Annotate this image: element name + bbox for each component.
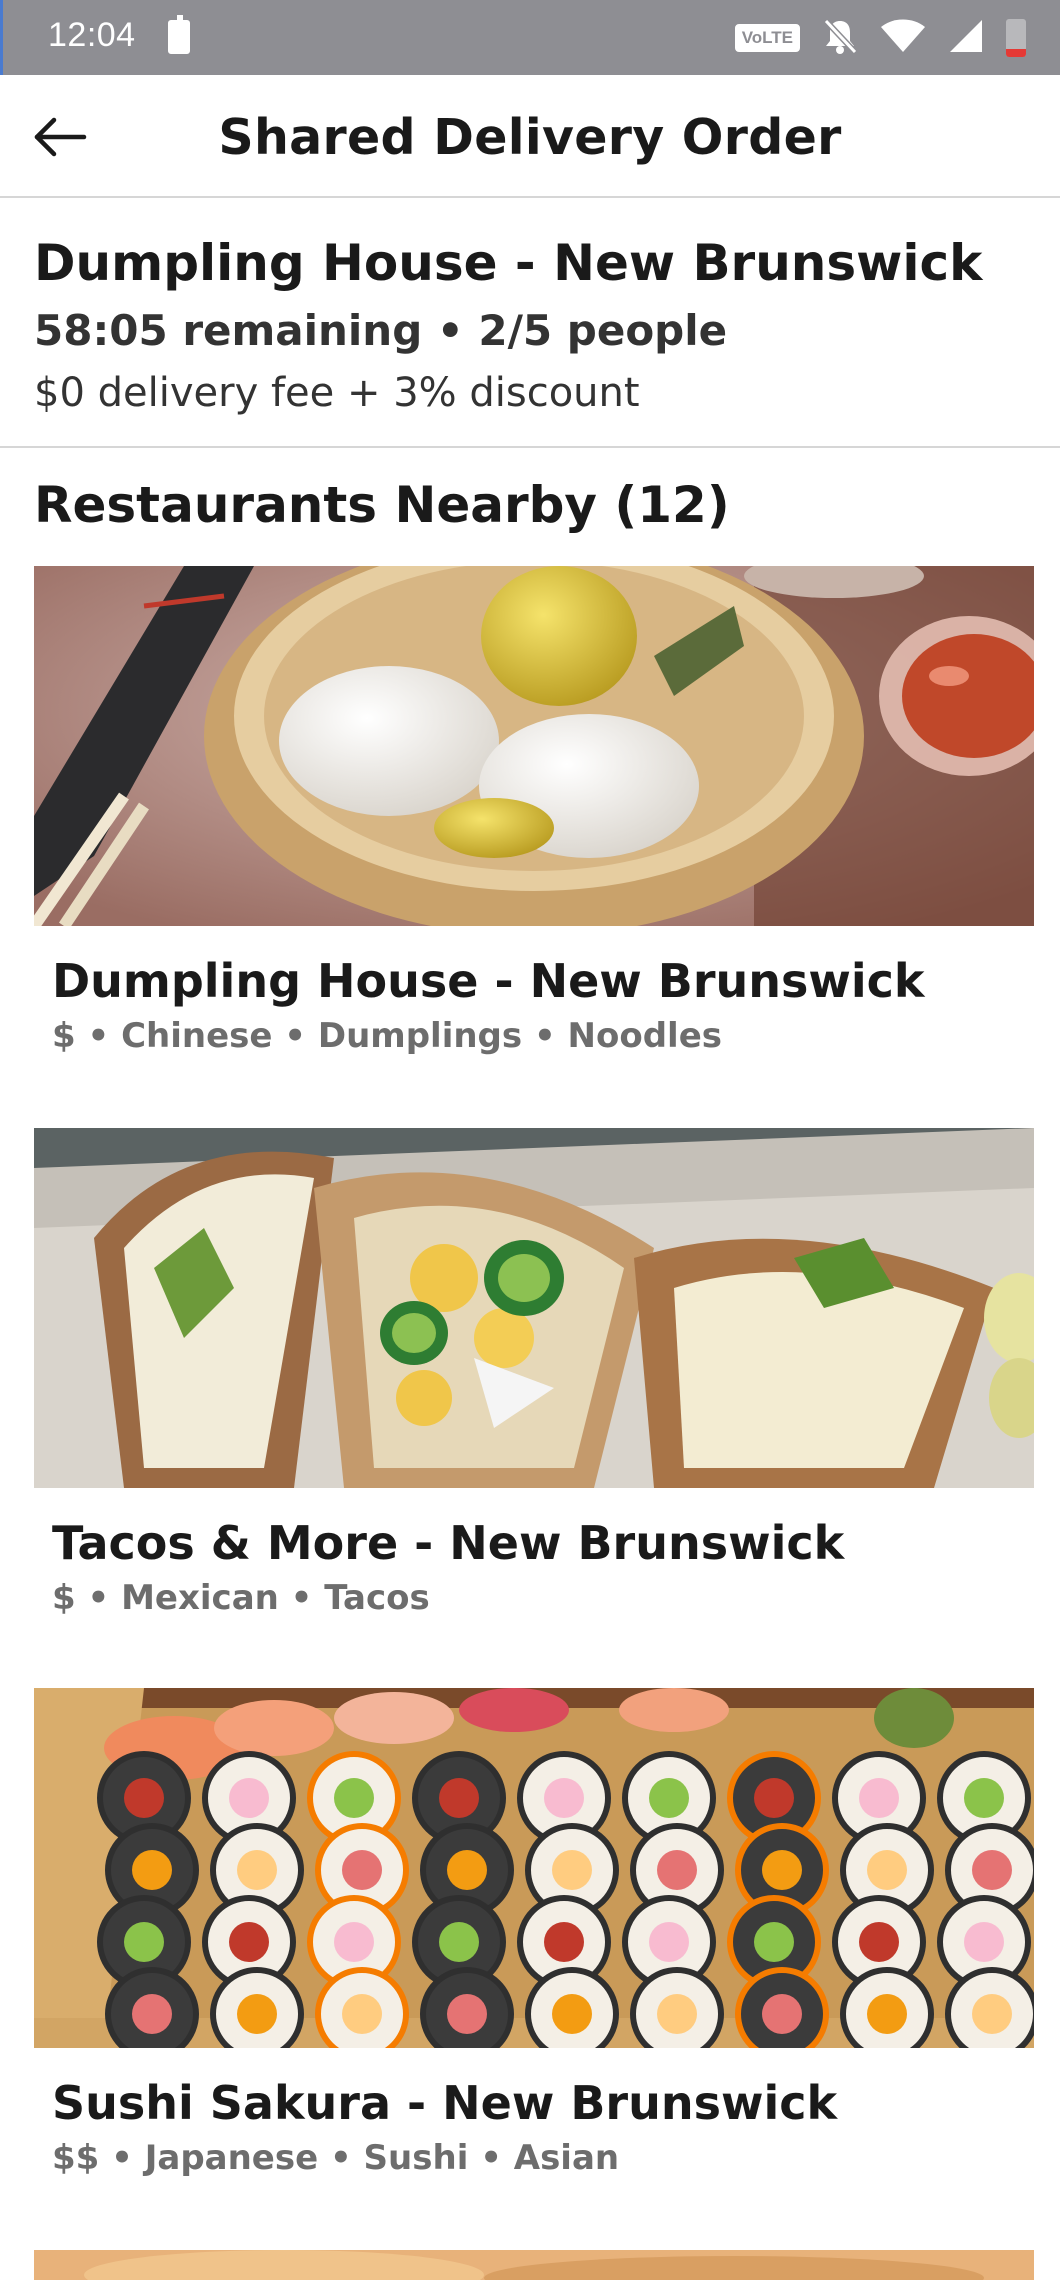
order-restaurant-name: Dumpling House - New Brunswick [34,234,983,292]
restaurant-name: Dumpling House - New Brunswick [52,954,925,1008]
app-bar: Shared Delivery Order [0,75,1060,198]
page-title: Shared Delivery Order [218,109,842,166]
battery-low-icon [1006,19,1026,57]
battery-saver-icon [168,15,190,54]
notifications-muted-icon [822,17,858,59]
tacos-photo [34,1128,1034,1488]
restaurant-meta: $$ • Japanese • Sushi • Asian [52,2138,620,2178]
status-icons: VoLTE [734,17,1026,59]
restaurant-card[interactable] [34,2250,1034,2280]
order-summary[interactable]: Dumpling House - New Brunswick 58:05 rem… [0,198,1060,448]
restaurant-meta: $ • Chinese • Dumplings • Noodles [52,1016,722,1056]
order-status: 58:05 remaining • 2/5 people [34,306,728,355]
status-time: 12:04 [48,16,136,54]
restaurants-nearby-heading: Restaurants Nearby (12) [34,476,730,534]
restaurant-meta: $ • Mexican • Tacos [52,1578,430,1618]
status-bar-edge [0,0,3,75]
volte-icon: VoLTE [734,24,800,52]
restaurant-card[interactable]: Sushi Sakura - New Brunswick $$ • Japane… [34,1688,1034,2208]
restaurant-photo [34,2250,1034,2280]
sushi-photo [34,1688,1034,2048]
restaurant-name: Tacos & More - New Brunswick [52,1516,845,1570]
restaurant-card[interactable]: Dumpling House - New Brunswick $ • Chine… [34,566,1034,1086]
restaurant-card[interactable]: Tacos & More - New Brunswick $ • Mexican… [34,1128,1034,1648]
status-bar: 12:04 VoLTE [0,0,1060,75]
dumplings-photo [34,566,1034,926]
restaurant-name: Sushi Sakura - New Brunswick [52,2076,838,2130]
order-discount: $0 delivery fee + 3% discount [34,370,640,416]
wifi-icon [880,18,926,58]
cell-signal-icon [948,18,984,58]
